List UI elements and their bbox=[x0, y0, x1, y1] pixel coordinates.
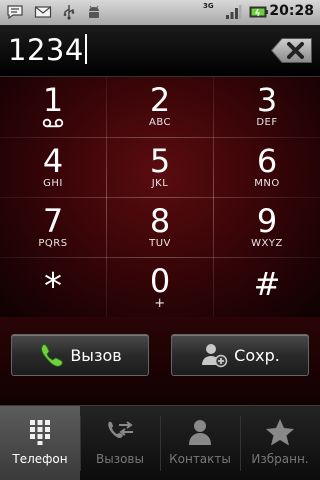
android-debug-icon bbox=[89, 5, 99, 18]
dialpad-icon bbox=[30, 420, 50, 445]
key-letters: JKL bbox=[151, 178, 169, 189]
key-digit: 1 bbox=[42, 81, 64, 119]
dialed-number-field[interactable]: 1234 bbox=[8, 33, 87, 67]
voicemail-icon bbox=[42, 118, 64, 128]
key-1[interactable]: 1 bbox=[0, 77, 106, 135]
network-type-label: 3G bbox=[203, 2, 214, 10]
key-letters: ABC bbox=[148, 117, 171, 128]
key-letters: DEF bbox=[256, 117, 278, 128]
favorites-star-icon bbox=[266, 419, 294, 446]
key-letters: PQRS bbox=[38, 238, 68, 249]
status-bar: 3G 20:28 bbox=[0, 0, 320, 25]
key-star[interactable]: * bbox=[0, 258, 106, 316]
dial-keypad: 1 2 ABC 3 DEF 4 GHI 5 JKL 6 MNO 7 PQRS 8… bbox=[0, 77, 320, 317]
save-contact-button[interactable]: Сохр. bbox=[171, 334, 309, 376]
key-letters: + bbox=[154, 296, 166, 311]
tab-label: Телефон bbox=[12, 452, 68, 466]
key-7[interactable]: 7 PQRS bbox=[0, 198, 106, 256]
key-6[interactable]: 6 MNO bbox=[214, 138, 320, 196]
key-digit: 2 bbox=[149, 81, 171, 119]
key-digit: # bbox=[253, 265, 281, 303]
text-cursor bbox=[84, 34, 87, 64]
dialed-number-text: 1234 bbox=[8, 33, 84, 67]
key-digit: 6 bbox=[256, 142, 278, 180]
key-2[interactable]: 2 ABC bbox=[107, 77, 213, 135]
call-log-icon bbox=[108, 421, 133, 438]
tab-label: Контакты bbox=[169, 452, 231, 466]
key-digit: 8 bbox=[149, 202, 171, 240]
contacts-icon bbox=[189, 420, 211, 445]
tab-favorites[interactable]: Избранн. bbox=[240, 406, 320, 480]
key-digit: 5 bbox=[149, 142, 171, 180]
tab-label: Вызовы bbox=[96, 452, 144, 466]
add-contact-icon bbox=[202, 344, 228, 368]
key-0[interactable]: 0 + bbox=[107, 258, 213, 316]
call-button[interactable]: Вызов bbox=[11, 334, 149, 376]
key-8[interactable]: 8 TUV bbox=[107, 198, 213, 256]
sms-icon bbox=[7, 5, 23, 20]
mail-icon bbox=[34, 6, 52, 18]
key-3[interactable]: 3 DEF bbox=[214, 77, 320, 135]
key-letters: GHI bbox=[43, 178, 63, 189]
key-4[interactable]: 4 GHI bbox=[0, 138, 106, 196]
signal-icon bbox=[226, 5, 242, 19]
tab-label: Избранн. bbox=[251, 452, 309, 466]
backspace-button[interactable] bbox=[270, 37, 314, 64]
usb-icon bbox=[63, 5, 75, 20]
key-digit: 3 bbox=[256, 81, 278, 119]
save-button-label: Сохр. bbox=[234, 345, 280, 365]
key-9[interactable]: 9 WXYZ bbox=[214, 198, 320, 256]
call-button-label: Вызов bbox=[70, 345, 122, 365]
battery-icon bbox=[249, 6, 268, 18]
tab-calls[interactable]: Вызовы bbox=[80, 406, 160, 480]
tab-phone[interactable]: Телефон bbox=[0, 406, 80, 480]
action-bar: Вызов Сохр. bbox=[0, 317, 320, 405]
key-digit: 0 bbox=[149, 262, 171, 300]
key-letters: TUV bbox=[149, 238, 171, 249]
key-letters: MNO bbox=[254, 178, 280, 189]
key-letters: WXYZ bbox=[251, 238, 283, 249]
tab-contacts[interactable]: Контакты bbox=[160, 406, 240, 480]
key-digit: 9 bbox=[256, 202, 278, 240]
status-time: 20:28 bbox=[269, 3, 314, 19]
key-hash[interactable]: # bbox=[214, 258, 320, 316]
phone-handset-icon bbox=[41, 344, 64, 367]
key-digit: 4 bbox=[42, 142, 64, 180]
key-digit: 7 bbox=[42, 202, 64, 240]
key-digit: * bbox=[44, 266, 62, 307]
bottom-tab-bar: Телефон Вызовы Контакты Избранн. bbox=[0, 405, 320, 480]
number-display[interactable]: 1234 bbox=[0, 25, 320, 77]
key-5[interactable]: 5 JKL bbox=[107, 138, 213, 196]
